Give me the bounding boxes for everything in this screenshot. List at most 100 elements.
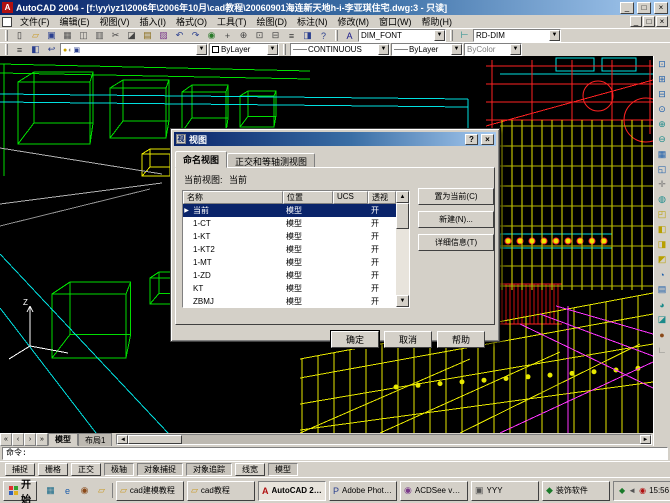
doc-restore-button[interactable]: □ [643,16,655,27]
text-style-icon[interactable]: A [342,29,357,42]
scroll-up-icon[interactable]: ▲ [396,191,409,203]
view-list-row[interactable]: ▶当前模型开 [183,204,409,217]
column-header-3[interactable]: 透视 [368,191,396,204]
paste-icon[interactable]: ▤ [140,29,155,42]
menu-insert[interactable]: 插入(I) [135,15,172,28]
scroll-right-icon[interactable]: ► [640,435,651,444]
help-button[interactable]: 帮助 [437,331,485,348]
zoom-window-icon[interactable]: ⊡ [655,57,670,72]
shade-icon[interactable]: ◕ [655,297,670,312]
tab-nav-icon-1[interactable]: ‹ [12,433,24,446]
column-header-0[interactable]: 名称 [183,191,283,204]
zoom-window-icon[interactable]: ⊡ [252,29,267,42]
insert-hyperlink-icon[interactable]: ◉ [204,29,219,42]
tab-named-views[interactable]: 命名视图 [175,151,227,168]
view-list-row[interactable]: 1-CT模型开 [183,217,409,230]
close-button[interactable]: × [654,2,668,14]
set-current-button[interactable]: 置为当前(C) [418,188,494,205]
menu-format[interactable]: 格式(O) [171,15,212,28]
chevron-down-icon[interactable]: ▼ [378,44,389,55]
details-button[interactable]: 详细信息(T) [418,234,494,251]
ucs-icon[interactable]: ∟ [655,342,670,357]
ok-button[interactable]: 确定 [331,331,379,348]
layers-icon[interactable]: ◧ [28,43,43,56]
designcenter-icon[interactable]: ◨ [300,29,315,42]
toolbar-grip[interactable] [5,44,8,55]
dialog-close-button[interactable]: × [481,134,494,145]
hide-icon[interactable]: ◪ [655,312,670,327]
task-photoshop[interactable]: PAdobe Photo... [329,481,397,501]
view-list-row[interactable]: 1-KT模型开 [183,230,409,243]
folder-shortcut-icon[interactable]: ▱ [94,483,109,498]
top-view-icon[interactable]: ◰ [655,207,670,222]
menu-help[interactable]: 帮助(H) [417,15,458,28]
match-properties-icon[interactable]: ▨ [156,29,171,42]
dialog-title-bar[interactable]: 视 视图 ? × [174,132,496,146]
layer-previous-icon[interactable]: ↩ [44,43,59,56]
horizontal-scrollbar[interactable]: ◄ ► [116,434,652,445]
maximize-button[interactable]: □ [637,2,651,14]
left-view-icon[interactable]: ◨ [655,237,670,252]
toolbar-grip[interactable] [450,30,453,41]
views-list-scrollbar[interactable]: ▲ ▼ [396,191,409,307]
tab-model[interactable]: 模型 [48,433,78,446]
dim-style-combo[interactable]: RD-DIM ▼ [473,29,561,42]
lineweight-combo[interactable]: —— ByLayer ▼ [391,43,463,56]
zoom-out-icon[interactable]: ⊖ [655,132,670,147]
copy-icon[interactable]: ◪ [124,29,139,42]
dim-style-icon[interactable]: ⊢ [457,29,472,42]
tab-nav-icon-2[interactable]: › [24,433,36,446]
status-toggle-polar[interactable]: 极轴 [104,463,134,476]
column-header-2[interactable]: UCS [333,191,368,204]
status-toggle-ortho[interactable]: 正交 [71,463,101,476]
view-list-row[interactable]: 1-MT模型开 [183,256,409,269]
menu-file[interactable]: 文件(F) [15,15,55,28]
properties-icon[interactable]: ≡ [284,29,299,42]
dialog-help-button[interactable]: ? [465,134,478,145]
zoom-realtime-icon[interactable]: ⊕ [236,29,251,42]
layer-combo[interactable]: ●◐▣ ▼ [60,43,208,56]
pan-icon[interactable]: + [220,29,235,42]
scroll-left-icon[interactable]: ◄ [117,435,128,444]
se-isometric-icon[interactable]: ◩ [655,252,670,267]
view-list-row[interactable]: 1-ZD模型开 [183,269,409,282]
toolbar-grip[interactable] [283,44,286,55]
toolbar-grip[interactable] [335,30,338,41]
scroll-down-icon[interactable]: ▼ [396,295,409,307]
plot-preview-icon[interactable]: ◫ [76,29,91,42]
tab-nav-icon-3[interactable]: » [36,433,48,446]
zoom-dynamic-icon[interactable]: ⊞ [655,72,670,87]
menu-draw[interactable]: 绘图(D) [252,15,293,28]
chevron-down-icon[interactable]: ▼ [434,30,445,41]
zoom-extents-icon[interactable]: ◱ [655,162,670,177]
doc-minimize-button[interactable]: _ [630,16,642,27]
layer-manager-icon[interactable]: ≡ [12,43,27,56]
menu-window[interactable]: 窗口(W) [374,15,417,28]
redo-icon[interactable]: ↷ [188,29,203,42]
zoom-previous-icon[interactable]: ⊟ [268,29,283,42]
minimize-button[interactable]: _ [620,2,634,14]
help-icon[interactable]: ? [316,29,331,42]
start-button[interactable]: 开始 [3,481,37,501]
text-style-combo[interactable]: DIM_FONT ▼ [358,29,446,42]
zoom-center-icon[interactable]: ⊙ [655,102,670,117]
status-toggle-snap[interactable]: 捕捉 [5,463,35,476]
cut-icon[interactable]: ✂ [108,29,123,42]
show-desktop-icon[interactable]: ▦ [43,483,58,498]
drawing-viewport[interactable]: Z 视 视图 ? × 命名视图正交和等轴测视图 当前视图: 当前 [0,56,653,446]
undo-icon[interactable]: ↶ [172,29,187,42]
task-decor-software[interactable]: ◆装饰软件 [542,481,610,501]
render-icon[interactable]: ● [655,327,670,342]
doc-close-button[interactable]: × [656,16,668,27]
orbit-icon[interactable]: ◍ [655,192,670,207]
scrollbar-track[interactable] [396,203,409,295]
task-yyy[interactable]: ▣YYY [471,481,539,501]
pan-realtime-icon[interactable]: ✛ [655,177,670,192]
task-cad-modeling-tutorial[interactable]: ▱cad建模教程 [116,481,184,501]
camera-icon[interactable]: ◔ [655,267,670,282]
tab-nav-icon-0[interactable]: « [0,433,12,446]
hscroll-thumb[interactable] [128,435,182,444]
linetype-combo[interactable]: —— CONTINUOUS ▼ [290,43,390,56]
scrollbar-thumb[interactable] [396,203,409,229]
publish-icon[interactable]: ▥ [92,29,107,42]
